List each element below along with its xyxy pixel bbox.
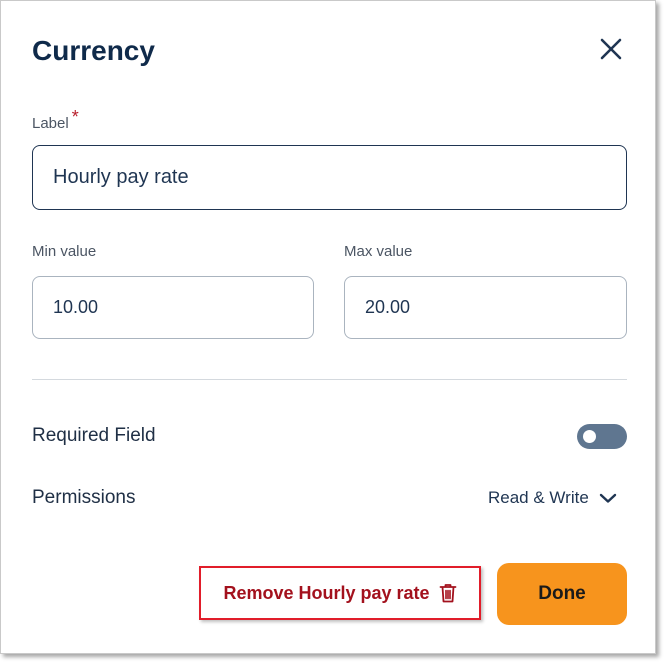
required-field-label: Required Field bbox=[32, 425, 156, 446]
toggle-knob bbox=[583, 430, 596, 443]
label-field-label-text: Label bbox=[32, 115, 69, 132]
permissions-dropdown[interactable]: Read & Write bbox=[488, 485, 617, 511]
remove-field-label: Remove Hourly pay rate bbox=[223, 582, 430, 603]
required-field-toggle[interactable] bbox=[577, 424, 627, 449]
chevron-down-icon bbox=[599, 493, 616, 503]
min-value-input[interactable]: 10.00 bbox=[32, 276, 314, 339]
max-value-input-value: 20.00 bbox=[365, 297, 411, 317]
min-value-input-value: 10.00 bbox=[53, 297, 99, 317]
currency-dialog: Currency Label * Hourly pay rate Min valu… bbox=[0, 0, 656, 654]
dialog-title: Currency bbox=[32, 35, 155, 66]
required-asterisk: * bbox=[71, 107, 79, 127]
label-input[interactable]: Hourly pay rate bbox=[32, 145, 627, 210]
min-value-label: Min value bbox=[32, 243, 97, 260]
label-input-value: Hourly pay rate bbox=[53, 166, 189, 188]
trash-icon bbox=[439, 584, 456, 603]
label-field-label: Label * bbox=[32, 107, 79, 134]
close-icon bbox=[600, 38, 622, 60]
max-value-label: Max value bbox=[344, 243, 413, 260]
max-value-input[interactable]: 20.00 bbox=[344, 276, 627, 339]
remove-field-button[interactable]: Remove Hourly pay rate bbox=[201, 568, 479, 618]
done-button[interactable]: Done bbox=[497, 563, 627, 625]
permissions-selected-value: Read & Write bbox=[488, 488, 589, 507]
permissions-label: Permissions bbox=[32, 487, 136, 508]
section-divider bbox=[32, 379, 627, 380]
close-button[interactable] bbox=[597, 35, 625, 63]
